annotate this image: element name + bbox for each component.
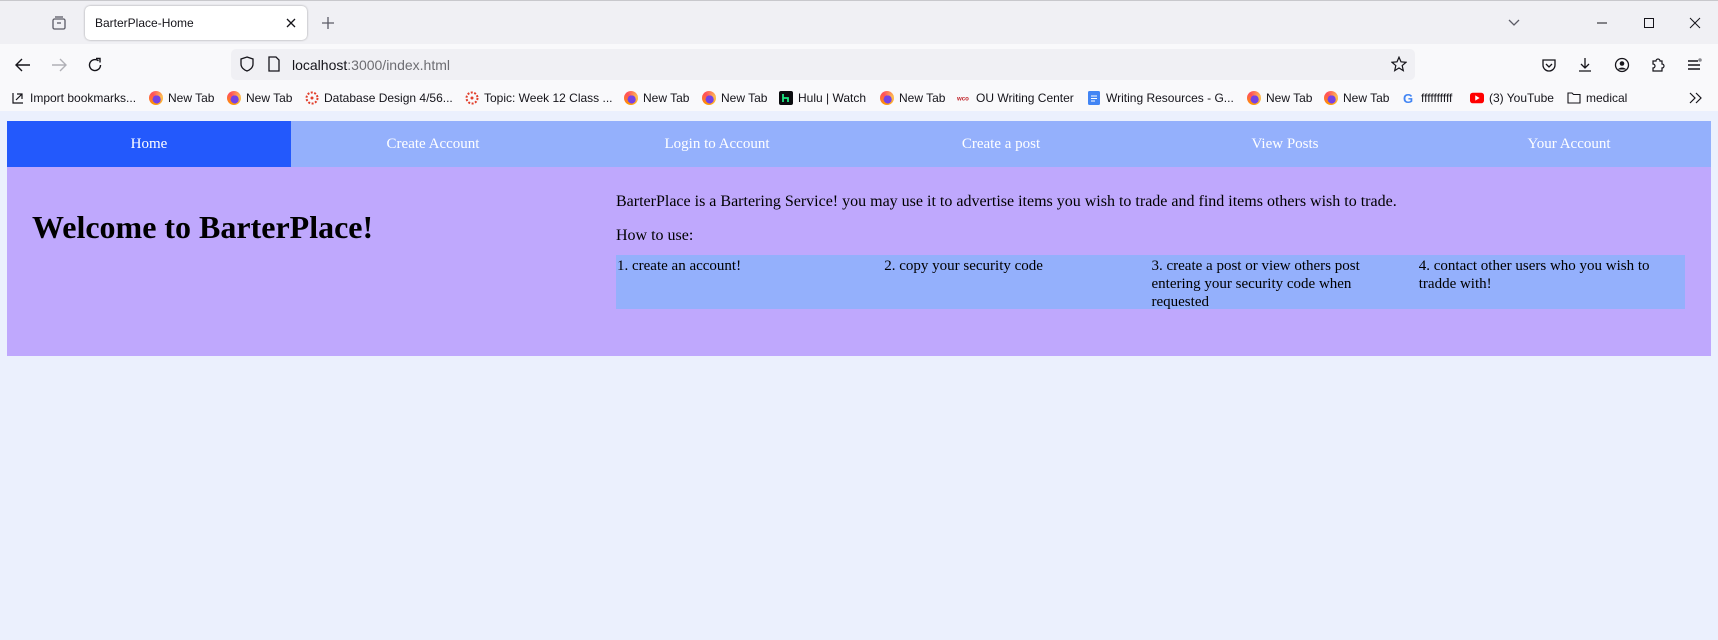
shield-icon[interactable] <box>239 56 255 77</box>
firefox-icon <box>624 91 638 105</box>
svg-text:wco: wco <box>957 96 969 103</box>
firefox-icon <box>880 91 894 105</box>
bookmark-item[interactable]: wco OU Writing Center <box>957 89 1074 107</box>
chevron-right-double-icon[interactable] <box>1686 89 1706 107</box>
bookmark-item[interactable]: New Tab <box>1324 89 1389 107</box>
back-arrow-icon[interactable] <box>11 53 35 77</box>
step-item: 3. create a post or view others post ent… <box>1151 258 1360 310</box>
close-tab-icon[interactable] <box>283 15 299 31</box>
nav-create-account[interactable]: Create Account <box>291 121 575 167</box>
bookmark-label: Hulu | Watch <box>798 91 867 105</box>
bookmark-label: (3) YouTube <box>1489 91 1554 105</box>
bookmark-item[interactable]: New Tab <box>702 89 767 107</box>
step-item: 4. contact other users who you wish to t… <box>1418 258 1650 292</box>
bookmark-label: New Tab <box>1343 91 1390 105</box>
firefox-view-icon[interactable] <box>48 12 70 34</box>
bookmark-item[interactable]: (3) YouTube <box>1470 89 1554 107</box>
bookmark-label: New Tab <box>246 91 293 105</box>
bookmark-label: Topic: Week 12 Class ... <box>484 91 613 105</box>
bookmarks-toolbar: Import bookmarks... New Tab New Tab Data… <box>0 85 1718 111</box>
tab-title: BarterPlace-Home <box>95 16 194 30</box>
browser-tab[interactable]: BarterPlace-Home <box>85 6 307 40</box>
bookmark-label: New Tab <box>168 91 215 105</box>
new-tab-icon[interactable] <box>318 13 338 33</box>
bookmark-label: New Tab <box>721 91 768 105</box>
url-path: :3000/index.html <box>347 57 450 73</box>
bookmark-item[interactable]: New Tab <box>624 89 689 107</box>
nav-login[interactable]: Login to Account <box>575 121 859 167</box>
bookmark-item[interactable]: Writing Resources - G... <box>1087 89 1234 107</box>
nav-home[interactable]: Home <box>7 121 291 167</box>
hulu-icon <box>779 91 793 105</box>
bookmark-label: OU Writing Center <box>976 91 1074 105</box>
canvas-icon <box>465 91 479 105</box>
bookmark-label: medical <box>1586 91 1628 105</box>
url-bar[interactable]: localhost:3000/index.html <box>231 49 1415 80</box>
bookmark-label: New Tab <box>899 91 946 105</box>
url-host: localhost <box>292 57 348 73</box>
bookmark-item[interactable]: Import bookmarks... <box>11 89 136 107</box>
menu-icon[interactable] <box>1682 53 1706 77</box>
maximize-icon[interactable] <box>1637 11 1661 35</box>
youtube-icon <box>1470 91 1484 105</box>
how-to-heading: How to use: <box>616 227 694 244</box>
step-item: 1. create an account! <box>617 258 742 274</box>
bookmark-item[interactable]: New Tab <box>149 89 214 107</box>
nav-view-posts[interactable]: View Posts <box>1143 121 1427 167</box>
firefox-icon <box>149 91 163 105</box>
bookmark-label: Writing Resources - G... <box>1106 91 1234 105</box>
forward-arrow-icon[interactable] <box>47 53 71 77</box>
page-title: Welcome to BarterPlace! <box>32 209 374 245</box>
bookmark-star-icon[interactable] <box>1390 55 1408 77</box>
chevron-down-icon[interactable] <box>1504 13 1524 33</box>
steps-list: 1. create an account! 2. copy your secur… <box>616 255 1685 310</box>
firefox-icon <box>1324 91 1338 105</box>
bookmark-label: ffffffffff <box>1421 91 1453 105</box>
extensions-icon[interactable] <box>1646 53 1670 77</box>
firefox-icon <box>702 91 716 105</box>
bookmark-item[interactable]: G ffffffffff <box>1402 89 1452 107</box>
bookmark-item[interactable]: medical <box>1567 89 1627 107</box>
account-icon[interactable] <box>1610 53 1634 77</box>
minimize-icon[interactable] <box>1590 11 1614 35</box>
site-navbar: Home Create Account Login to Account Cre… <box>7 121 1711 167</box>
bookmark-label: New Tab <box>643 91 690 105</box>
bookmark-item[interactable]: Topic: Week 12 Class ... <box>465 89 613 107</box>
pocket-icon[interactable] <box>1537 53 1561 77</box>
tab-bar: BarterPlace-Home <box>0 0 1718 44</box>
google-icon: G <box>1402 91 1416 105</box>
web-page: Home Create Account Login to Account Cre… <box>0 111 1718 640</box>
site-description: BarterPlace is a Bartering Service! you … <box>616 193 1397 210</box>
downloads-icon[interactable] <box>1573 53 1597 77</box>
bookmark-label: New Tab <box>1266 91 1313 105</box>
hero-section: Welcome to BarterPlace! BarterPlace is a… <box>7 167 1711 356</box>
canvas-icon <box>305 91 319 105</box>
folder-icon <box>1567 91 1581 105</box>
firefox-icon <box>227 91 241 105</box>
nav-create-post[interactable]: Create a post <box>859 121 1143 167</box>
bookmark-item[interactable]: New Tab <box>227 89 292 107</box>
wco-icon: wco <box>957 91 971 105</box>
firefox-icon <box>1247 91 1261 105</box>
bookmark-item[interactable]: Database Design 4/56... <box>305 89 453 107</box>
reload-icon[interactable] <box>83 53 107 77</box>
bookmark-item[interactable]: New Tab <box>1247 89 1312 107</box>
step-item: 2. copy your security code <box>884 258 1043 274</box>
svg-text:G: G <box>1403 91 1413 105</box>
close-window-icon[interactable] <box>1683 11 1707 35</box>
google-docs-icon <box>1087 91 1101 105</box>
import-icon <box>11 91 25 105</box>
url-text[interactable]: localhost:3000/index.html <box>292 57 450 73</box>
bookmark-item[interactable]: New Tab <box>880 89 945 107</box>
navigation-toolbar: localhost:3000/index.html <box>0 44 1718 85</box>
bookmark-label: Import bookmarks... <box>30 91 137 105</box>
bookmark-item[interactable]: Hulu | Watch <box>779 89 866 107</box>
bookmark-label: Database Design 4/56... <box>324 91 453 105</box>
nav-your-account[interactable]: Your Account <box>1427 121 1711 167</box>
page-icon[interactable] <box>267 56 281 77</box>
